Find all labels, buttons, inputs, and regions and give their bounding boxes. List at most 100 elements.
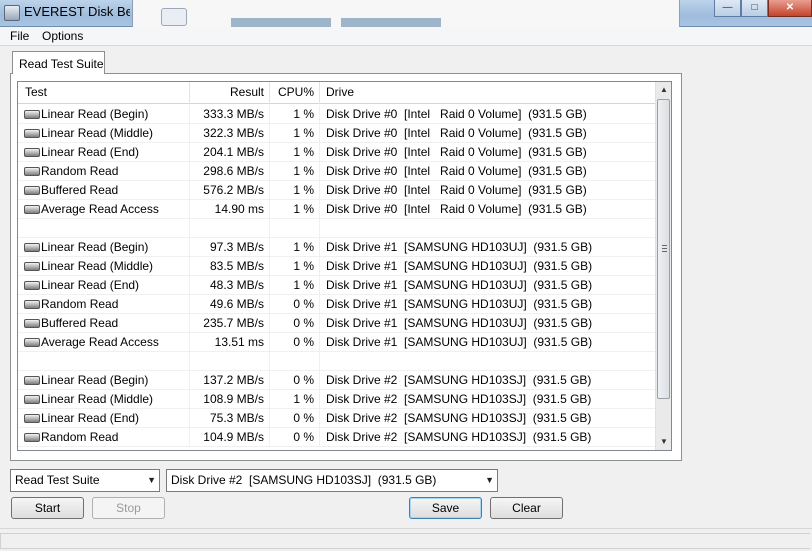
menu-bar: File Options [0,27,812,46]
table-row[interactable]: Linear Read (End) 75.3 MB/s 0 % Disk Drive … [18,409,657,428]
cell-drive: Disk Drive #0 [Intel Raid 0 Volume] (931… [320,124,657,143]
cell-test: Linear Read (Begin) [18,371,190,390]
grip-icon [662,245,667,252]
cell-test: Average Read Access [18,333,190,352]
cell-cpu: 0 % [270,371,320,390]
table-row[interactable]: Linear Read (Middle) 322.3 MB/s 1 % Disk Dr… [18,124,657,143]
scroll-up-icon[interactable]: ▲ [656,82,671,98]
cell-result: 333.3 MB/s [190,105,270,124]
chevron-down-icon: ▼ [485,475,494,485]
menu-options[interactable]: Options [42,29,83,43]
cell-test: Linear Read (Begin) [18,105,190,124]
cell-drive: Disk Drive #1 [SAMSUNG HD103UJ] (931.5 G… [320,238,657,257]
maximize-icon[interactable]: □ [741,0,768,17]
cell-cpu: 1 % [270,105,320,124]
column-header-test[interactable]: Test [18,82,190,104]
minimize-icon[interactable]: — [714,0,741,17]
table-row[interactable]: Linear Read (End) 204.1 MB/s 1 % Disk Drive… [18,143,657,162]
list-header: Test Result CPU% Drive [18,82,657,104]
disk-drive-icon [24,319,40,328]
cell-drive [320,219,657,238]
cell-drive: Disk Drive #2 [SAMSUNG HD103SJ] (931.5 G… [320,371,657,390]
test-suite-select[interactable]: Read Test Suite ▼ [10,469,160,492]
disk-drive-icon [24,376,40,385]
cell-cpu: 1 % [270,162,320,181]
disk-drive-icon [24,129,40,138]
disk-drive-icon [24,262,40,271]
table-row[interactable]: Linear Read (End) 48.3 MB/s 1 % Disk Drive … [18,276,657,295]
save-button[interactable]: Save [409,497,482,519]
table-row[interactable]: Buffered Read 576.2 MB/s 1 % Disk Drive #0 … [18,181,657,200]
disk-drive-icon [24,167,40,176]
column-header-drive[interactable]: Drive [320,82,657,104]
status-panel [0,533,810,549]
results-list[interactable]: Test Result CPU% Drive Linear Read (Begi… [17,81,672,451]
cell-result: 108.9 MB/s [190,390,270,409]
scroll-down-icon[interactable]: ▼ [656,434,671,450]
cell-result: 83.5 MB/s [190,257,270,276]
table-row[interactable]: Buffered Read 235.7 MB/s 0 % Disk Drive #1 … [18,314,657,333]
cell-cpu: 1 % [270,124,320,143]
cell-test [18,352,190,371]
table-row[interactable]: Linear Read (Begin) 333.3 MB/s 1 % Disk Dri… [18,105,657,124]
cell-cpu: 0 % [270,314,320,333]
clear-button[interactable]: Clear [490,497,563,519]
table-row[interactable]: Average Read Access 13.51 ms 0 % Disk Drive… [18,333,657,352]
table-row[interactable]: Random Read 49.6 MB/s 0 % Disk Drive #1 [SA… [18,295,657,314]
cell-result: 75.3 MB/s [190,409,270,428]
cell-cpu: 0 % [270,409,320,428]
cell-drive: Disk Drive #1 [SAMSUNG HD103UJ] (931.5 G… [320,295,657,314]
cell-test: Random Read [18,428,190,447]
cell-cpu: 1 % [270,257,320,276]
column-header-cpu[interactable]: CPU% [270,82,320,104]
table-row[interactable]: Random Read 104.9 MB/s 0 % Disk Drive #2 [S… [18,428,657,447]
cell-drive: Disk Drive #1 [SAMSUNG HD103UJ] (931.5 G… [320,314,657,333]
cell-drive: Disk Drive #1 [SAMSUNG HD103UJ] (931.5 G… [320,276,657,295]
test-suite-select-value: Read Test Suite [15,473,100,487]
table-row[interactable]: Random Read 298.6 MB/s 1 % Disk Drive #0 [I… [18,162,657,181]
close-icon[interactable]: ✕ [768,0,812,17]
table-row[interactable] [18,219,657,238]
scroll-thumb[interactable] [657,99,670,399]
disk-drive-icon [24,338,40,347]
cell-test: Buffered Read [18,314,190,333]
window-title: EVEREST Disk Bench [24,4,130,19]
table-row[interactable]: Linear Read (Middle) 83.5 MB/s 1 % Disk Dri… [18,257,657,276]
drive-select[interactable]: Disk Drive #2 [SAMSUNG HD103SJ] (931.5 G… [166,469,498,492]
column-header-result[interactable]: Result [190,82,270,104]
cell-drive: Disk Drive #1 [SAMSUNG HD103UJ] (931.5 G… [320,257,657,276]
background-window [132,0,680,27]
table-row[interactable]: Linear Read (Begin) 97.3 MB/s 1 % Disk Driv… [18,238,657,257]
cell-test: Linear Read (End) [18,409,190,428]
cell-result: 97.3 MB/s [190,238,270,257]
cell-test [18,219,190,238]
cell-drive: Disk Drive #0 [Intel Raid 0 Volume] (931… [320,181,657,200]
cell-drive: Disk Drive #0 [Intel Raid 0 Volume] (931… [320,162,657,181]
background-thumbnail [341,18,441,27]
menu-file[interactable]: File [10,29,29,43]
start-button[interactable]: Start [11,497,84,519]
table-row[interactable] [18,352,657,371]
cell-cpu: 1 % [270,238,320,257]
cell-test: Linear Read (Begin) [18,238,190,257]
disk-drive-icon [24,414,40,423]
disk-drive-icon [24,110,40,119]
cell-cpu: 0 % [270,295,320,314]
table-row[interactable]: Linear Read (Middle) 108.9 MB/s 1 % Disk Dr… [18,390,657,409]
chevron-down-icon: ▼ [147,475,156,485]
cell-test: Linear Read (Middle) [18,257,190,276]
table-row[interactable]: Linear Read (Begin) 137.2 MB/s 0 % Disk Dri… [18,371,657,390]
stop-button[interactable]: Stop [92,497,165,519]
disk-drive-icon [24,395,40,404]
table-row[interactable]: Average Read Access 14.90 ms 1 % Disk Drive… [18,200,657,219]
disk-drive-icon [24,148,40,157]
cell-drive: Disk Drive #0 [Intel Raid 0 Volume] (931… [320,143,657,162]
cell-drive: Disk Drive #1 [SAMSUNG HD103UJ] (931.5 G… [320,333,657,352]
window-controls: — □ ✕ [714,0,812,17]
tab-read-test-suite[interactable]: Read Test Suite [12,51,105,74]
cell-test: Average Read Access [18,200,190,219]
vertical-scrollbar[interactable]: ▲ ▼ [655,82,671,450]
disk-drive-icon [24,300,40,309]
cell-test: Linear Read (Middle) [18,390,190,409]
cell-cpu: 0 % [270,333,320,352]
